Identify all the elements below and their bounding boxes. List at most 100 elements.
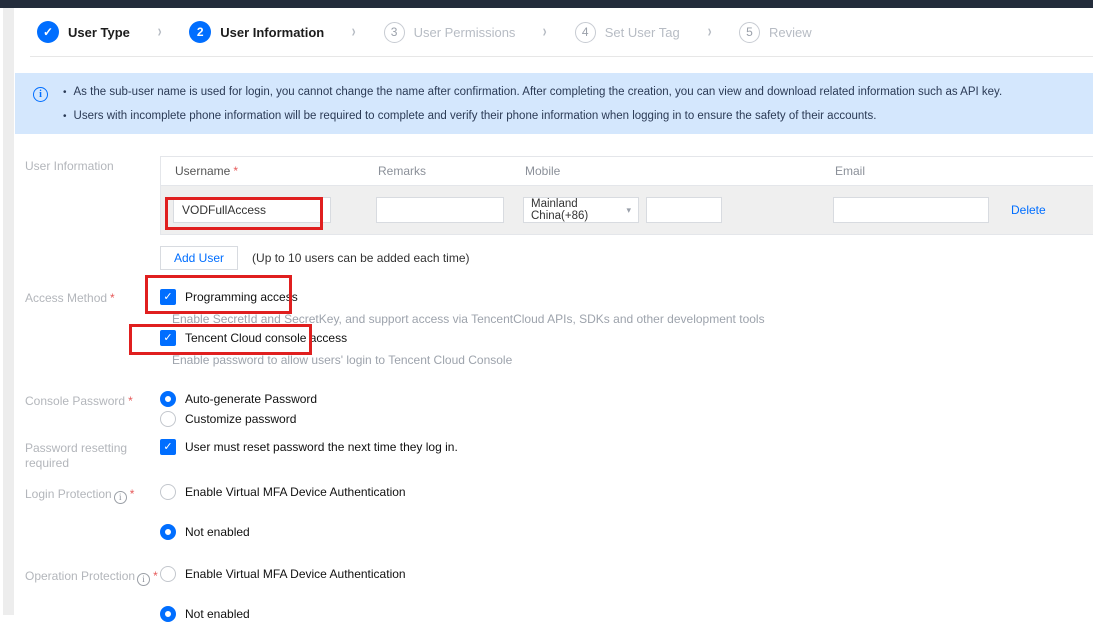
chevron-down-icon: ▾ xyxy=(626,204,631,215)
auto-generate-password-option[interactable]: Auto-generate Password xyxy=(160,391,1093,407)
auto-generate-password-label: Auto-generate Password xyxy=(185,392,318,406)
check-icon: ✓ xyxy=(163,441,173,453)
console-password-label: Console Password * xyxy=(15,391,160,427)
user-information-content: Username * Remarks Mobile Email VODFullA… xyxy=(160,156,1093,270)
country-code-value: Mainland China(+86) xyxy=(531,198,589,222)
delete-user-link[interactable]: Delete xyxy=(1011,203,1046,217)
check-icon: ✓ xyxy=(42,25,54,39)
add-user-button[interactable]: Add User xyxy=(160,246,239,270)
password-reset-label: Password resetting required xyxy=(25,441,128,470)
access-method-label: Access Method * xyxy=(15,288,160,367)
console-access-option[interactable]: ✓ Tencent Cloud console access xyxy=(129,324,348,355)
country-code-select[interactable]: Mainland China(+86) ▾ xyxy=(523,197,639,223)
operation-mfa-option[interactable]: Enable Virtual MFA Device Authentication xyxy=(160,566,1093,582)
console-password-content: Auto-generate Password Customize passwor… xyxy=(160,391,1093,427)
login-protection-content: Enable Virtual MFA Device Authentication… xyxy=(160,484,1093,540)
login-not-enabled-option[interactable]: Not enabled xyxy=(160,524,1093,540)
chevron-right-icon: › xyxy=(707,22,712,41)
operation-protection-label-text: Operation Protection xyxy=(25,569,136,583)
required-marker: * xyxy=(129,487,135,501)
mobile-cell: Mainland China(+86) ▾ xyxy=(511,197,821,223)
required-marker: * xyxy=(110,291,115,305)
step-number-5: 5 xyxy=(739,21,761,43)
checkbox-checked-icon[interactable]: ✓ xyxy=(160,329,176,346)
operation-not-enabled-option[interactable]: Not enabled xyxy=(160,606,1093,622)
remarks-cell xyxy=(364,197,511,223)
mobile-input[interactable] xyxy=(646,197,722,223)
console-password-label-text: Console Password xyxy=(25,394,126,408)
username-cell xyxy=(161,196,364,230)
step-label-user-type: User Type xyxy=(68,24,130,40)
operation-not-enabled-label: Not enabled xyxy=(185,607,250,621)
programming-access-option[interactable]: ✓ Programming access xyxy=(145,275,298,314)
step-label-set-user-tag: Set User Tag xyxy=(604,24,680,40)
operation-mfa-label: Enable Virtual MFA Device Authentication xyxy=(185,567,406,581)
bullet-icon: • xyxy=(63,111,67,122)
step-set-user-tag: 4 Set User Tag xyxy=(574,21,680,43)
password-reset-row: Password resetting required ✓ User must … xyxy=(15,438,1093,471)
checkbox-checked-icon[interactable]: ✓ xyxy=(160,288,176,305)
user-creation-form: User Information Username * Remarks Mobil… xyxy=(15,156,1093,622)
info-icon[interactable]: i xyxy=(137,573,151,586)
banner-bullet-line: • Users with incomplete phone informatio… xyxy=(63,110,1002,123)
user-information-label: User Information xyxy=(25,159,114,173)
radio-unselected-icon[interactable] xyxy=(160,411,176,427)
user-table-header: Username * Remarks Mobile Email xyxy=(161,157,1093,186)
check-icon: ✓ xyxy=(163,332,173,344)
stepper-divider xyxy=(30,56,1093,57)
operation-protection-content: Enable Virtual MFA Device Authentication… xyxy=(160,566,1093,622)
login-protection-row: Login Protection i * Enable Virtual MFA De… xyxy=(15,484,1093,540)
step-label-review: Review xyxy=(769,24,812,40)
username-input[interactable] xyxy=(173,197,331,223)
email-column-header: Email xyxy=(835,164,866,178)
login-mfa-option[interactable]: Enable Virtual MFA Device Authentication xyxy=(160,484,1093,500)
username-annotation-wrapper xyxy=(165,196,331,230)
radio-selected-icon[interactable] xyxy=(160,391,176,407)
username-column-header: Username * xyxy=(161,164,364,178)
user-table-row: Mainland China(+86) ▾ Delete xyxy=(161,186,1093,234)
top-dark-bar xyxy=(0,0,1093,8)
console-access-option-wrapper: ✓ Tencent Cloud console access xyxy=(129,324,1093,355)
login-protection-label: Login Protection i * xyxy=(15,484,160,540)
step-user-type[interactable]: ✓ User Type xyxy=(37,21,130,43)
step-complete-check-icon: ✓ xyxy=(37,21,59,43)
step-label-user-information: User Information xyxy=(220,24,325,40)
remarks-input[interactable] xyxy=(376,197,504,223)
step-user-information[interactable]: 2 User Information xyxy=(189,21,324,43)
required-marker: * xyxy=(233,164,239,178)
chevron-right-icon: › xyxy=(157,22,162,41)
step-review: 5 Review xyxy=(739,21,812,43)
bullet-icon: • xyxy=(63,87,67,98)
console-access-label: Tencent Cloud console access xyxy=(185,330,348,345)
access-method-label-text: Access Method xyxy=(25,291,108,305)
step-number-4: 4 xyxy=(574,21,596,43)
console-password-row: Console Password * Auto-generate Password… xyxy=(15,391,1093,427)
banner-text-line-1: As the sub-user name is used for login, … xyxy=(73,86,1003,98)
chevron-right-icon: › xyxy=(543,22,548,41)
info-icon[interactable]: i xyxy=(113,491,127,504)
email-input[interactable] xyxy=(833,197,989,223)
info-icon: i xyxy=(33,87,48,102)
password-reset-option[interactable]: ✓ User must reset password the next time… xyxy=(160,438,458,455)
customize-password-option[interactable]: Customize password xyxy=(160,411,1093,427)
user-information-row: User Information Username * Remarks Mobil… xyxy=(15,156,1093,270)
login-not-enabled-label: Not enabled xyxy=(185,525,250,539)
login-protection-label-text: Login Protection xyxy=(25,487,112,501)
customize-password-label: Customize password xyxy=(185,412,297,426)
mobile-column-header: Mobile xyxy=(525,164,561,178)
step-number-3: 3 xyxy=(383,21,405,43)
operation-protection-row: Operation Protection i * Enable Virtual MF… xyxy=(15,566,1093,622)
access-method-row: Access Method * ✓ Programming access Enab… xyxy=(15,275,1093,367)
radio-unselected-icon[interactable] xyxy=(160,566,176,582)
required-marker: * xyxy=(153,569,158,583)
checkbox-checked-icon[interactable]: ✓ xyxy=(160,438,176,455)
password-reset-option-label: User must reset password the next time t… xyxy=(185,439,458,454)
add-user-row: Add User (Up to 10 users can be added ea… xyxy=(160,246,1093,270)
radio-selected-icon[interactable] xyxy=(160,606,176,622)
banner-bullet-line: • As the sub-user name is used for login… xyxy=(63,86,1002,99)
banner-text: • As the sub-user name is used for login… xyxy=(63,86,1002,123)
username-header-label: Username xyxy=(175,164,231,178)
radio-selected-icon[interactable] xyxy=(160,524,176,540)
banner-text-line-2: Users with incomplete phone information … xyxy=(73,110,877,122)
radio-unselected-icon[interactable] xyxy=(160,484,176,500)
